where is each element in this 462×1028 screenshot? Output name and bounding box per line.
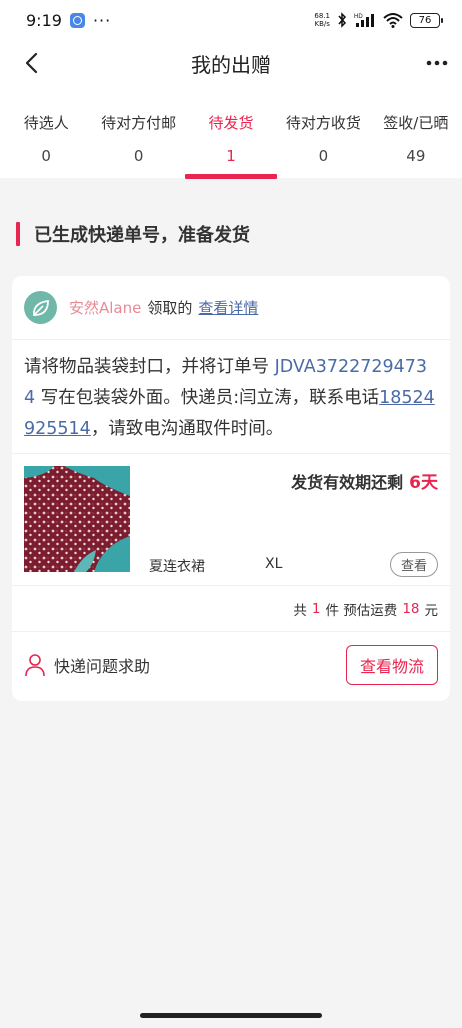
tab-label: 待选人 — [23, 114, 69, 132]
summary-mid: 件 预估运费 — [325, 602, 398, 619]
network-speed: 68.1 KB/s — [314, 12, 330, 28]
avatar[interactable] — [24, 291, 57, 324]
chevron-left-icon — [25, 52, 38, 74]
instruction-text: ，请致电沟通取件时间。 — [90, 419, 284, 439]
leaf-avatar-icon — [32, 299, 49, 316]
receiver-row: 安然Alane 领取的 查看详情 — [12, 276, 450, 340]
network-speed-value: 68.1 — [314, 12, 330, 20]
tab-to-select[interactable]: 待选人 0 — [0, 112, 92, 178]
item-size: XL — [265, 556, 283, 572]
status-left: 9:19 ··· — [26, 11, 111, 30]
tab-label: 待对方付邮 — [101, 114, 177, 132]
item-thumbnail[interactable] — [24, 466, 130, 572]
item-count: 1 — [311, 600, 321, 617]
courier-help-button[interactable]: 快递问题求助 — [24, 653, 150, 677]
summary-prefix: 共 — [293, 602, 307, 619]
instruction-text: 请将物品装袋封口，并将订单号 — [24, 357, 275, 377]
page-title: 我的出赠 — [191, 52, 271, 77]
tab-count: 0 — [318, 147, 329, 165]
status-time: 9:19 — [26, 10, 62, 30]
wifi-icon — [383, 13, 403, 28]
instruction-text: 写在包装袋外面。快递员:闫立涛，联系电话 — [35, 388, 380, 408]
bluetooth-icon — [338, 12, 347, 28]
home-indicator[interactable] — [140, 1013, 322, 1018]
svg-text:HD: HD — [354, 14, 363, 20]
tab-awaiting-receipt[interactable]: 待对方收货 0 — [277, 112, 369, 178]
heading-accent-bar — [16, 222, 20, 246]
view-item-button[interactable]: 查看 — [390, 552, 438, 577]
view-details-link[interactable]: 查看详情 — [198, 297, 258, 318]
status-tabs: 待选人 0 待对方付邮 0 待发货 1 待对方收货 0 签收/已晒 49 — [0, 86, 462, 179]
receiver-name[interactable]: 安然Alane — [69, 297, 141, 318]
dress-photo-image — [24, 466, 130, 572]
status-right: 68.1 KB/s HD 76 — [314, 12, 443, 28]
order-summary: 共 1 件 预估运费 18 元 — [12, 586, 450, 632]
item-row: 发货有效期还剩 6天 夏连衣裙 XL 查看 — [12, 454, 450, 586]
shipping-fee: 18 — [402, 600, 420, 617]
tab-label: 待对方收货 — [285, 114, 361, 132]
more-horizontal-icon — [426, 60, 448, 66]
tab-label: 签收/已晒 — [383, 114, 449, 132]
view-logistics-button[interactable]: 查看物流 — [346, 645, 438, 685]
section-heading-text: 已生成快递单号，准备发货 — [34, 225, 250, 246]
deadline-days: 6天 — [409, 473, 438, 493]
tab-count: 0 — [41, 147, 51, 165]
tab-label: 待发货 — [208, 114, 254, 132]
person-icon — [25, 654, 45, 677]
section-heading: 已生成快递单号，准备发货 — [16, 222, 462, 246]
tab-to-ship[interactable]: 待发货 1 — [184, 112, 278, 179]
more-button[interactable] — [414, 46, 448, 80]
header-area: 9:19 ··· 68.1 KB/s HD 76 我的出赠 待选人 0 待对方付… — [0, 0, 462, 179]
tab-count: 0 — [133, 147, 144, 165]
back-button[interactable] — [14, 46, 48, 80]
app-notification-icon — [69, 12, 85, 28]
nav-bar: 我的出赠 — [0, 40, 462, 86]
deadline-label: 发货有效期还剩 — [291, 473, 404, 492]
shipping-deadline: 发货有效期还剩 6天 — [291, 468, 438, 493]
claim-text: 领取的 — [147, 299, 193, 317]
tab-count: 1 — [226, 147, 236, 165]
item-name: 夏连衣裙 — [149, 559, 205, 575]
order-card: 安然Alane 领取的 查看详情 请将物品装袋封口，并将订单号 JDVA3722… — [12, 276, 450, 701]
tab-received[interactable]: 签收/已晒 49 — [370, 112, 462, 178]
more-notifications-icon: ··· — [92, 10, 112, 30]
status-bar: 9:19 ··· 68.1 KB/s HD 76 — [0, 0, 462, 40]
courier-help-label: 快递问题求助 — [54, 657, 151, 676]
battery-icon: 76 — [410, 12, 443, 28]
signal-icon: HD — [354, 14, 374, 27]
network-speed-unit: KB/s — [314, 20, 330, 28]
card-footer: 快递问题求助 查看物流 — [12, 632, 450, 698]
tab-count: 49 — [406, 147, 426, 165]
tab-awaiting-postage[interactable]: 待对方付邮 0 — [92, 112, 184, 178]
summary-unit: 元 — [424, 602, 439, 619]
shipping-instructions: 请将物品装袋封口，并将订单号 JDVA37227294734 写在包装袋外面。快… — [12, 340, 450, 454]
